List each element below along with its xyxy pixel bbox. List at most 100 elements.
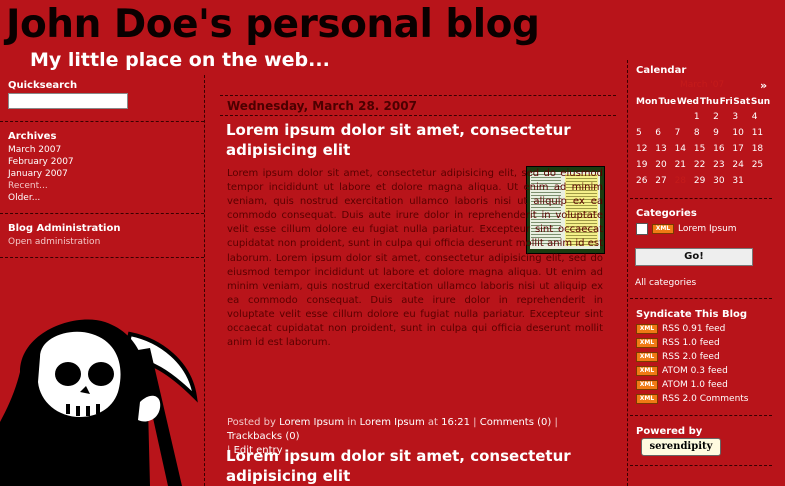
at-label: at xyxy=(427,417,438,428)
entry-date: Wednesday, March 28. 2007 xyxy=(227,99,417,113)
calendar-day[interactable]: 30 xyxy=(713,173,732,189)
calendar-day[interactable]: 1 xyxy=(694,109,713,125)
serendipity-badge[interactable]: serendipity xyxy=(641,438,721,456)
calendar-day[interactable]: 9 xyxy=(713,125,732,141)
calendar-day xyxy=(655,109,674,125)
divider xyxy=(630,465,772,466)
powered-by-section: Powered by xyxy=(636,426,776,437)
divider xyxy=(0,257,204,258)
calendar-day[interactable]: 31 xyxy=(732,173,751,189)
separator: | xyxy=(554,417,558,428)
archive-link-older[interactable]: Older... xyxy=(8,192,203,204)
category-checkbox[interactable] xyxy=(636,223,648,235)
go-button[interactable]: Go! xyxy=(635,248,753,266)
archives-heading: Archives xyxy=(8,131,57,142)
calendar-day[interactable]: 24 xyxy=(732,157,751,173)
calendar-day xyxy=(752,173,771,189)
all-categories-link[interactable]: All categories xyxy=(635,278,696,288)
calendar-day[interactable]: 12 xyxy=(636,141,655,157)
grim-reaper-icon xyxy=(0,319,198,486)
calendar-day[interactable]: 17 xyxy=(732,141,751,157)
archive-link-recent[interactable]: Recent... xyxy=(8,180,203,192)
feed-item[interactable]: XML ATOM 0.3 feed xyxy=(636,364,776,378)
calendar-day[interactable]: 22 xyxy=(694,157,713,173)
right-column-divider xyxy=(627,60,628,486)
posted-by-label: Posted by xyxy=(227,417,276,428)
calendar-day[interactable]: 21 xyxy=(675,157,694,173)
archive-link-february-2007[interactable]: February 2007 xyxy=(8,156,203,168)
weekday-header: Wed xyxy=(676,96,699,107)
calendar-day[interactable]: 23 xyxy=(713,157,732,173)
calendar-day[interactable]: 27 xyxy=(655,173,674,189)
feed-item[interactable]: XML ATOM 1.0 feed xyxy=(636,378,776,392)
archive-link-march-2007[interactable]: March 2007 xyxy=(8,144,203,156)
calendar-day[interactable]: 19 xyxy=(636,157,655,173)
weekday-header: Sun xyxy=(750,96,771,107)
blog-title[interactable]: John Doe's personal blog xyxy=(6,2,540,47)
weekday-header: Sat xyxy=(733,96,751,107)
comments-link[interactable]: Comments (0) xyxy=(480,417,552,428)
xml-feed-icon[interactable]: XML xyxy=(636,393,658,404)
calendar-day[interactable]: 20 xyxy=(655,157,674,173)
calendar-day[interactable]: 5 xyxy=(636,125,655,141)
calendar-day[interactable]: 13 xyxy=(655,141,674,157)
weekday-header: Tue xyxy=(658,96,677,107)
calendar-day[interactable]: 8 xyxy=(694,125,713,141)
open-administration-link[interactable]: Open administration xyxy=(8,236,203,248)
separator: | xyxy=(473,417,477,428)
calendar-day[interactable]: 4 xyxy=(752,109,771,125)
category-link-lorem-ipsum[interactable]: Lorem Ipsum xyxy=(678,224,737,234)
calendar-day[interactable]: 14 xyxy=(675,141,694,157)
quicksearch-input[interactable] xyxy=(8,93,128,109)
weekday-header: Mon xyxy=(636,96,658,107)
calendar-day[interactable]: 7 xyxy=(675,125,694,141)
quicksearch-section: Quicksearch xyxy=(8,80,203,109)
feed-item[interactable]: XML RSS 2.0 Comments xyxy=(636,392,776,406)
calendar-day[interactable]: 11 xyxy=(752,125,771,141)
calendar-day[interactable]: 2 xyxy=(713,109,732,125)
calendar-day[interactable]: 16 xyxy=(713,141,732,157)
feed-link[interactable]: RSS 2.0 Comments xyxy=(662,394,749,404)
powered-by-heading: Powered by xyxy=(636,426,703,437)
in-label: in xyxy=(347,417,357,428)
feed-link[interactable]: RSS 2.0 feed xyxy=(662,352,720,362)
xml-feed-icon[interactable]: XML xyxy=(636,351,658,362)
feed-item[interactable]: XML RSS 2.0 feed xyxy=(636,350,776,364)
calendar-day xyxy=(636,109,655,125)
calendar-day[interactable]: 25 xyxy=(752,157,771,173)
feed-link[interactable]: ATOM 0.3 feed xyxy=(662,366,728,376)
trackbacks-link[interactable]: Trackbacks (0) xyxy=(227,431,300,442)
entry-time-link[interactable]: 16:21 xyxy=(441,417,470,428)
divider xyxy=(630,415,772,416)
feed-item[interactable]: XML RSS 0.91 feed xyxy=(636,322,776,336)
calendar-day[interactable]: 26 xyxy=(636,173,655,189)
archive-link-january-2007[interactable]: January 2007 xyxy=(8,168,203,180)
categories-section: Categories XML Lorem Ipsum xyxy=(636,208,776,235)
calendar-day[interactable]: 10 xyxy=(732,125,751,141)
calendar-day[interactable]: 3 xyxy=(732,109,751,125)
entry-body: Lorem ipsum dolor sit amet, consectetur … xyxy=(227,168,603,349)
xml-feed-icon[interactable]: XML xyxy=(636,323,658,334)
category-link[interactable]: Lorem Ipsum xyxy=(360,417,425,428)
entry-title[interactable]: Lorem ipsum dolor sit amet, consectetur … xyxy=(226,120,606,160)
calendar-day[interactable]: 28 xyxy=(675,173,694,189)
calendar-heading: Calendar xyxy=(636,65,687,76)
feed-item[interactable]: XML RSS 1.0 feed xyxy=(636,336,776,350)
calendar-day xyxy=(675,109,694,125)
calendar-next-arrow-icon[interactable]: » xyxy=(760,79,767,92)
xml-feed-icon[interactable]: XML xyxy=(652,224,674,234)
calendar-day[interactable]: 29 xyxy=(694,173,713,189)
xml-feed-icon[interactable]: XML xyxy=(636,337,658,348)
entry-title[interactable]: Lorem ipsum dolor sit amet, consectetur … xyxy=(226,446,606,486)
feed-link[interactable]: ATOM 1.0 feed xyxy=(662,380,728,390)
xml-feed-icon[interactable]: XML xyxy=(636,379,658,390)
feed-link[interactable]: RSS 0.91 feed xyxy=(662,324,725,334)
feed-link[interactable]: RSS 1.0 feed xyxy=(662,338,720,348)
calendar-day[interactable]: 6 xyxy=(655,125,674,141)
author-link[interactable]: Lorem Ipsum xyxy=(279,417,344,428)
calendar-day[interactable]: 15 xyxy=(694,141,713,157)
categories-heading: Categories xyxy=(636,208,697,219)
calendar-day[interactable]: 18 xyxy=(752,141,771,157)
quicksearch-heading: Quicksearch xyxy=(8,80,78,91)
xml-feed-icon[interactable]: XML xyxy=(636,365,658,376)
